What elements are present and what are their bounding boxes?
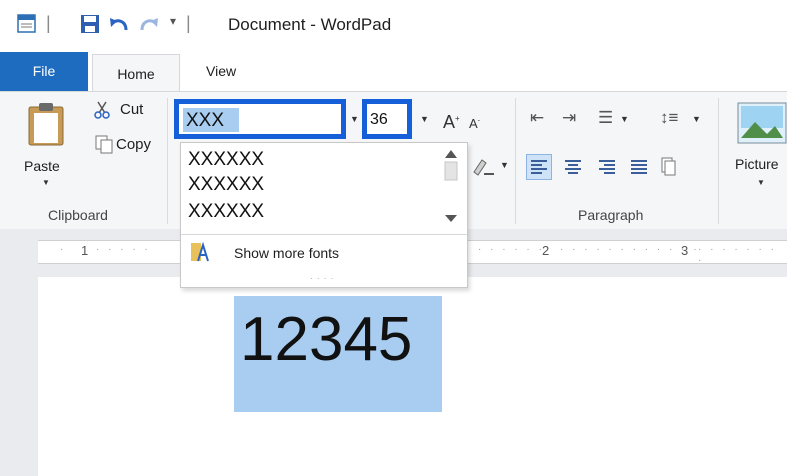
font-size-dropdown-arrow[interactable]: ▼	[420, 114, 429, 124]
ruler-ticks: · · · · · ·	[478, 244, 545, 255]
ruler-ticks: · · · · · · · · · · · ·	[560, 244, 700, 255]
cut-icon[interactable]	[92, 100, 112, 120]
paste-icon[interactable]	[26, 101, 66, 147]
font-name-dropdown-arrow[interactable]: ▼	[350, 114, 359, 124]
paragraph-icon[interactable]	[660, 156, 678, 176]
scroll-up-icon[interactable]	[443, 148, 459, 182]
paragraph-group-label: Paragraph	[578, 207, 644, 223]
ruler-ticks: · · · · ·	[96, 244, 151, 255]
font-icon	[191, 242, 209, 262]
ruler-ticks: ·	[60, 244, 67, 255]
font-option[interactable]: XXXXXX	[188, 174, 264, 196]
font-option[interactable]: XXXXXX	[188, 201, 264, 223]
dropdown-divider	[181, 234, 467, 235]
group-divider	[167, 98, 168, 224]
resize-grip-icon[interactable]: · · · ·	[310, 274, 334, 283]
font-option[interactable]: XXXXXX	[188, 149, 264, 171]
font-size-value: 36	[370, 111, 388, 128]
shrink-font-icon[interactable]: A-	[469, 116, 480, 131]
clipboard-group-label: Clipboard	[48, 207, 108, 223]
align-left-icon	[531, 160, 547, 174]
scroll-down-icon[interactable]	[443, 212, 459, 224]
bullets-icon[interactable]: ☰	[598, 108, 613, 128]
paste-button[interactable]: Paste	[24, 158, 60, 174]
line-spacing-icon[interactable]: ↕≡	[660, 108, 678, 128]
ruler-mark: 3	[681, 243, 689, 258]
tab-view[interactable]: View	[206, 52, 236, 91]
ruler-mark: 2	[542, 243, 550, 258]
line-spacing-dropdown-icon[interactable]: ▼	[692, 114, 701, 124]
app-icon[interactable]	[16, 14, 38, 34]
copy-icon[interactable]	[94, 134, 114, 154]
align-right-icon[interactable]	[598, 158, 616, 176]
highlight-icon[interactable]	[470, 156, 498, 178]
tab-home[interactable]: Home	[92, 54, 180, 94]
bullets-dropdown-icon[interactable]: ▼	[620, 114, 629, 124]
group-divider	[718, 98, 719, 224]
window-title: Document - WordPad	[228, 15, 392, 34]
group-divider	[515, 98, 516, 224]
chevron-down-icon[interactable]: ▼	[42, 178, 50, 187]
customize-qat-icon[interactable]: ▾	[170, 14, 176, 28]
picture-icon[interactable]	[737, 102, 787, 146]
ruler-mark: 1	[81, 243, 89, 258]
picture-button[interactable]: Picture	[735, 156, 779, 172]
highlight-dropdown-icon[interactable]: ▼	[500, 160, 509, 170]
ruler-ticks: · · · · · · · ·	[698, 244, 777, 266]
decrease-indent-icon[interactable]: ⇤	[530, 108, 544, 128]
save-icon[interactable]	[80, 14, 100, 34]
document-gutter	[0, 277, 38, 476]
justify-icon[interactable]	[630, 158, 648, 176]
tab-file[interactable]: File	[0, 52, 88, 91]
grow-font-icon[interactable]: A+	[443, 112, 460, 133]
font-name-value: XXX	[186, 110, 225, 131]
document-text[interactable]: 12345	[240, 300, 412, 380]
copy-button[interactable]: Copy	[116, 136, 151, 153]
cut-button[interactable]: Cut	[120, 101, 143, 118]
qat-separator: |	[186, 13, 191, 33]
qat-separator: |	[46, 13, 51, 33]
redo-icon[interactable]	[138, 14, 160, 34]
undo-icon[interactable]	[108, 14, 130, 34]
chevron-down-icon[interactable]: ▼	[757, 178, 765, 187]
increase-indent-icon[interactable]: ⇥	[562, 108, 576, 128]
show-more-fonts-button[interactable]: Show more fonts	[234, 245, 339, 261]
align-center-icon[interactable]	[564, 158, 582, 176]
